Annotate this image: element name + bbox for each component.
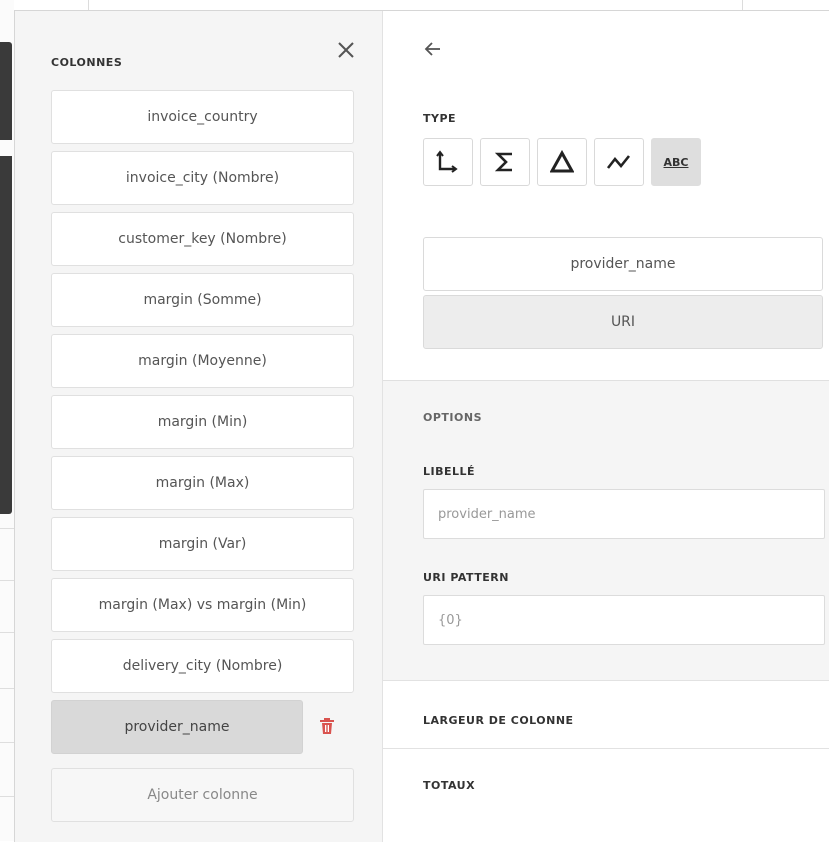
close-button[interactable] [333, 37, 359, 63]
column-list: invoice_country invoice_city (Nombre) cu… [51, 90, 354, 822]
dimension-icon [436, 150, 458, 173]
type-text-button[interactable]: ABC [651, 138, 701, 186]
background-divider [742, 0, 743, 10]
background-row-line [0, 742, 14, 743]
column-width-label: LARGEUR DE COLONNE [423, 714, 574, 727]
totals-label: TOTAUX [423, 779, 476, 792]
type-delta-button[interactable] [537, 138, 587, 186]
background-row-line [0, 688, 14, 689]
type-dimension-button[interactable] [423, 138, 473, 186]
abc-icon: ABC [663, 155, 689, 169]
delete-column-button[interactable] [319, 717, 335, 739]
totals-section[interactable]: TOTAUX [383, 748, 829, 843]
type-trend-button[interactable] [594, 138, 644, 186]
field-type-button[interactable]: URI [423, 295, 823, 349]
columns-sidebar: COLONNES invoice_country invoice_city (N… [15, 11, 383, 842]
options-title: OPTIONS [423, 411, 482, 424]
column-item[interactable]: margin (Min) [51, 395, 354, 449]
column-item[interactable]: invoice_city (Nombre) [51, 151, 354, 205]
background-row-line [0, 580, 14, 581]
column-item[interactable]: margin (Var) [51, 517, 354, 571]
close-icon [338, 42, 354, 58]
column-editor-panel: COLONNES invoice_country invoice_city (N… [14, 10, 829, 843]
background-notch [0, 140, 14, 156]
background-row-line [0, 796, 14, 797]
column-item-active[interactable]: provider_name [51, 700, 303, 754]
background-row-line [0, 632, 14, 633]
column-settings: TYPE ABC provider_name URI OPTIONS LIBEL… [383, 11, 829, 843]
arrow-left-icon [424, 42, 440, 56]
back-button[interactable] [423, 39, 445, 61]
type-sum-button[interactable] [480, 138, 530, 186]
type-label: TYPE [423, 112, 457, 125]
trend-icon [606, 155, 631, 169]
column-width-section[interactable]: LARGEUR DE COLONNE [383, 680, 829, 749]
background-divider [88, 0, 89, 10]
libelle-label: LIBELLÉ [423, 465, 476, 478]
column-item[interactable]: margin (Max) vs margin (Min) [51, 578, 354, 632]
type-selector: ABC [423, 138, 701, 186]
trash-icon [320, 718, 334, 734]
delta-icon [550, 150, 574, 173]
sum-icon [494, 152, 512, 172]
add-column-button[interactable]: Ajouter colonne [51, 768, 354, 822]
columns-title: COLONNES [51, 56, 123, 69]
field-name-button[interactable]: provider_name [423, 237, 823, 291]
options-section: OPTIONS LIBELLÉ URI PATTERN [383, 380, 829, 681]
column-item[interactable]: customer_key (Nombre) [51, 212, 354, 266]
libelle-input[interactable] [423, 489, 825, 539]
background-scrollbar [0, 42, 12, 514]
column-item[interactable]: invoice_country [51, 90, 354, 144]
column-item[interactable]: delivery_city (Nombre) [51, 639, 354, 693]
uri-pattern-label: URI PATTERN [423, 571, 509, 584]
column-item[interactable]: margin (Max) [51, 456, 354, 510]
column-item[interactable]: margin (Moyenne) [51, 334, 354, 388]
uri-pattern-input[interactable] [423, 595, 825, 645]
background-row-line [0, 528, 14, 529]
column-item[interactable]: margin (Somme) [51, 273, 354, 327]
active-column-row: provider_name [51, 700, 354, 761]
